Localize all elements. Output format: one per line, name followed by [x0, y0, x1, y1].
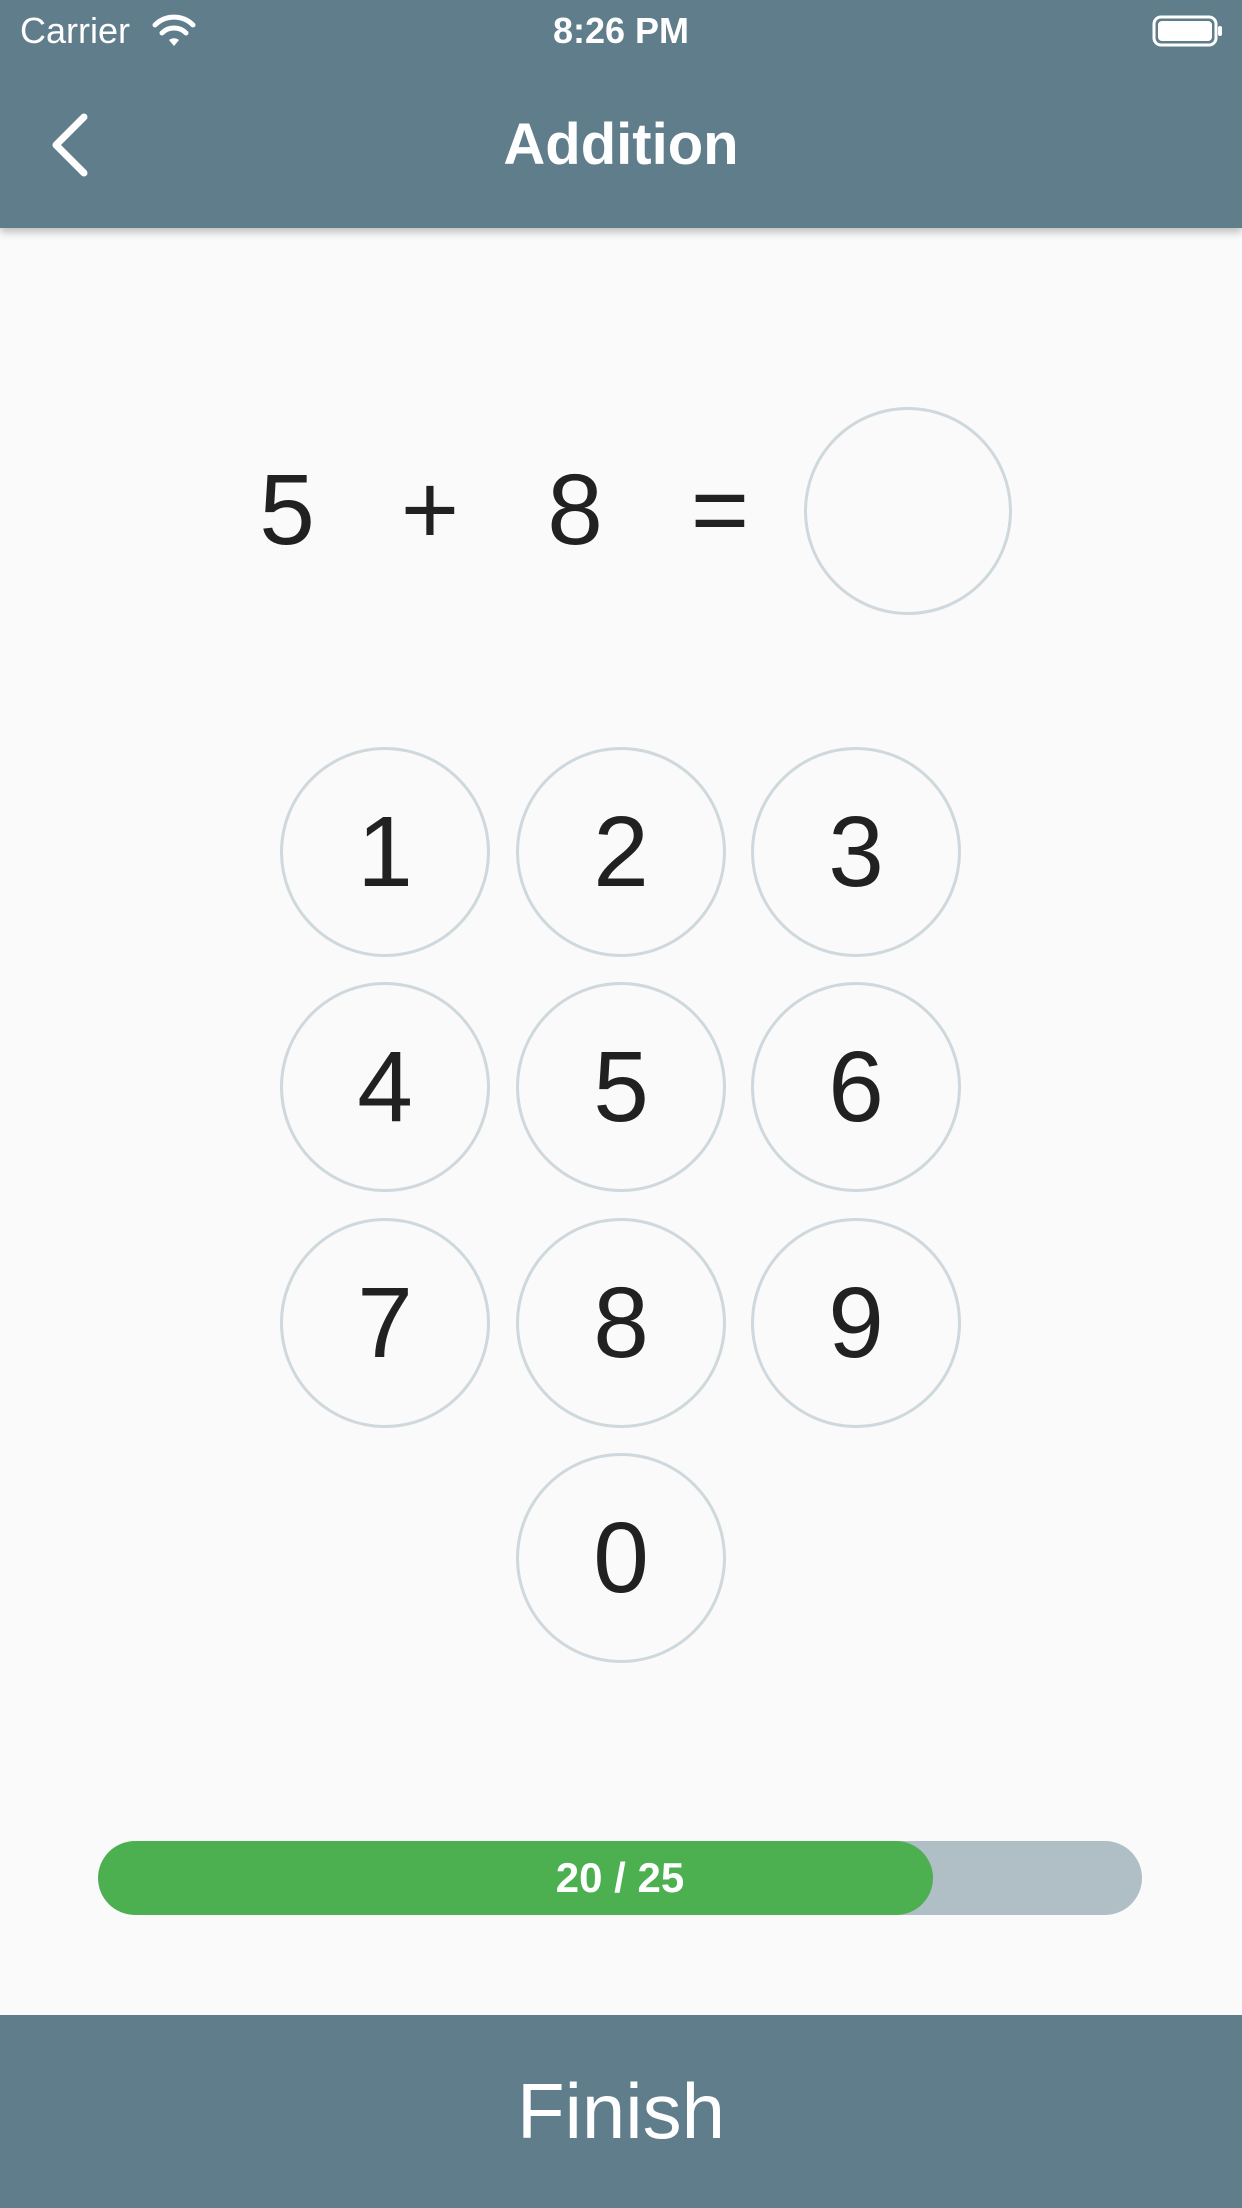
page-title: Addition	[503, 112, 739, 177]
key-2[interactable]: 2	[516, 747, 726, 957]
operand-a: 5	[259, 454, 315, 566]
finish-button[interactable]: Finish	[0, 2015, 1242, 2208]
progress-label: 20 / 25	[555, 1854, 685, 1901]
app-bar: Carrier 8:26 PM Addition	[0, 0, 1242, 228]
key-6[interactable]: 6	[751, 982, 961, 1192]
operator: +	[400, 454, 460, 566]
key-0[interactable]: 0	[516, 1453, 726, 1663]
progress-bar: 20 / 25	[98, 1841, 1142, 1915]
key-4[interactable]: 4	[280, 982, 490, 1192]
operand-b: 8	[547, 454, 603, 566]
key-7[interactable]: 7	[280, 1218, 490, 1428]
status-time: 8:26 PM	[552, 10, 690, 51]
screen: Carrier 8:26 PM Addition 5 + 8 = 1 2 3 4…	[0, 0, 1242, 2208]
key-3[interactable]: 3	[751, 747, 961, 957]
key-5[interactable]: 5	[516, 982, 726, 1192]
equals-sign: =	[690, 454, 750, 566]
key-8[interactable]: 8	[516, 1218, 726, 1428]
battery-icon	[1152, 15, 1222, 47]
key-1[interactable]: 1	[280, 747, 490, 957]
answer-field	[804, 407, 1012, 615]
key-9[interactable]: 9	[751, 1218, 961, 1428]
